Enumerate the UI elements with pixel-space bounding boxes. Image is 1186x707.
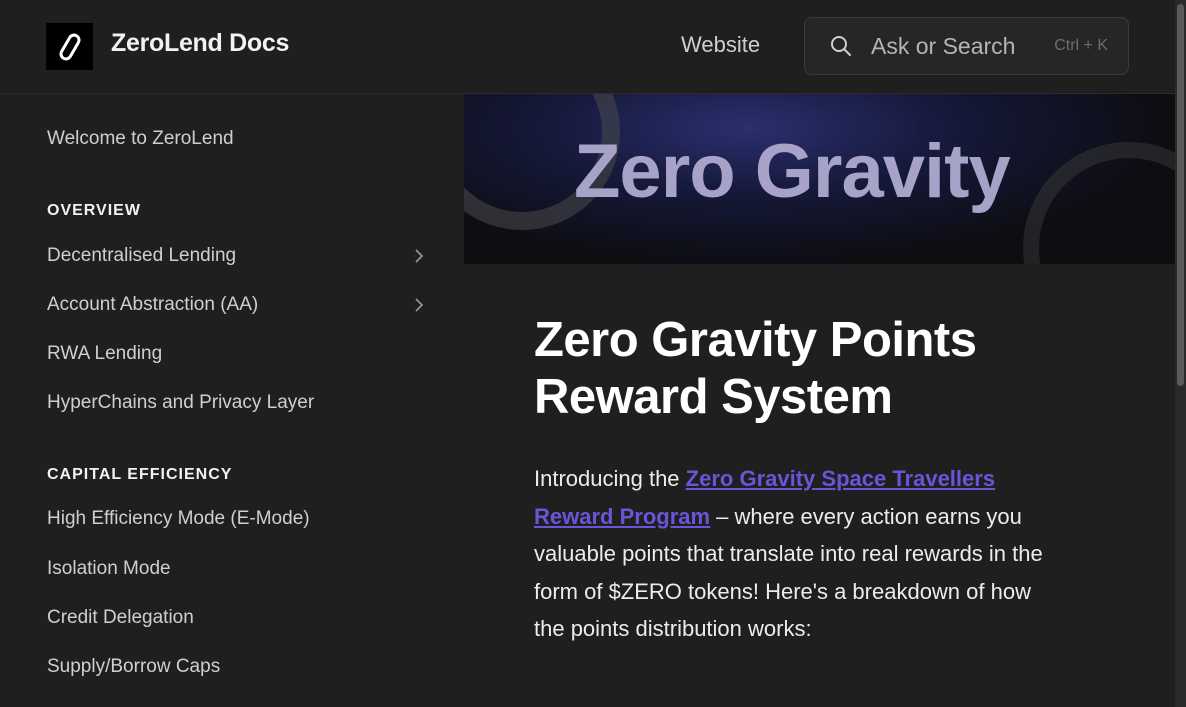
intro-prefix: Introducing the	[534, 466, 686, 491]
sidebar-heading-capital-efficiency: CAPITAL EFFICIENCY	[47, 466, 233, 483]
zerolend-logo[interactable]	[46, 23, 93, 70]
decorative-ring	[1023, 142, 1175, 264]
sidebar-item-account-abstraction[interactable]: Account Abstraction (AA)	[47, 294, 258, 316]
sidebar: Welcome to ZeroLend OVERVIEW Decentralis…	[0, 94, 464, 707]
sidebar-item-decentralised-lending[interactable]: Decentralised Lending	[47, 245, 236, 267]
chevron-right-icon[interactable]	[413, 297, 425, 313]
sidebar-item-isolation-mode[interactable]: Isolation Mode	[47, 558, 171, 580]
search-shortcut: Ctrl + K	[1054, 37, 1108, 54]
website-link[interactable]: Website	[681, 32, 760, 58]
page-title: Zero Gravity Points Reward System	[534, 313, 977, 424]
sidebar-item-rwa-lending[interactable]: RWA Lending	[47, 343, 162, 365]
sidebar-item-hyperchains[interactable]: HyperChains and Privacy Layer	[47, 392, 314, 414]
sidebar-item-e-mode[interactable]: High Efficiency Mode (E-Mode)	[47, 508, 310, 530]
page-scrollbar[interactable]	[1175, 0, 1186, 707]
sidebar-item-credit-delegation[interactable]: Credit Delegation	[47, 607, 194, 629]
sidebar-item-supply-borrow-caps[interactable]: Supply/Borrow Caps	[47, 656, 220, 678]
sidebar-heading-overview: OVERVIEW	[47, 202, 141, 219]
intro-paragraph: Introducing the Zero Gravity Space Trave…	[534, 460, 1054, 648]
search-icon	[831, 36, 851, 56]
hero-title: Zero Gravity	[574, 129, 1011, 214]
search-box[interactable]: Ask or Search Ctrl + K	[804, 17, 1129, 75]
search-placeholder: Ask or Search	[871, 33, 1016, 59]
scrollbar-thumb[interactable]	[1177, 4, 1184, 386]
top-header: ZeroLend Docs Website Ask or Search Ctrl…	[0, 0, 1175, 94]
link-logo-icon	[58, 33, 80, 60]
sidebar-item-welcome[interactable]: Welcome to ZeroLend	[47, 128, 234, 150]
hero-banner: Zero Gravity	[464, 94, 1175, 264]
brand-title[interactable]: ZeroLend Docs	[111, 29, 289, 58]
chevron-right-icon[interactable]	[413, 248, 425, 264]
